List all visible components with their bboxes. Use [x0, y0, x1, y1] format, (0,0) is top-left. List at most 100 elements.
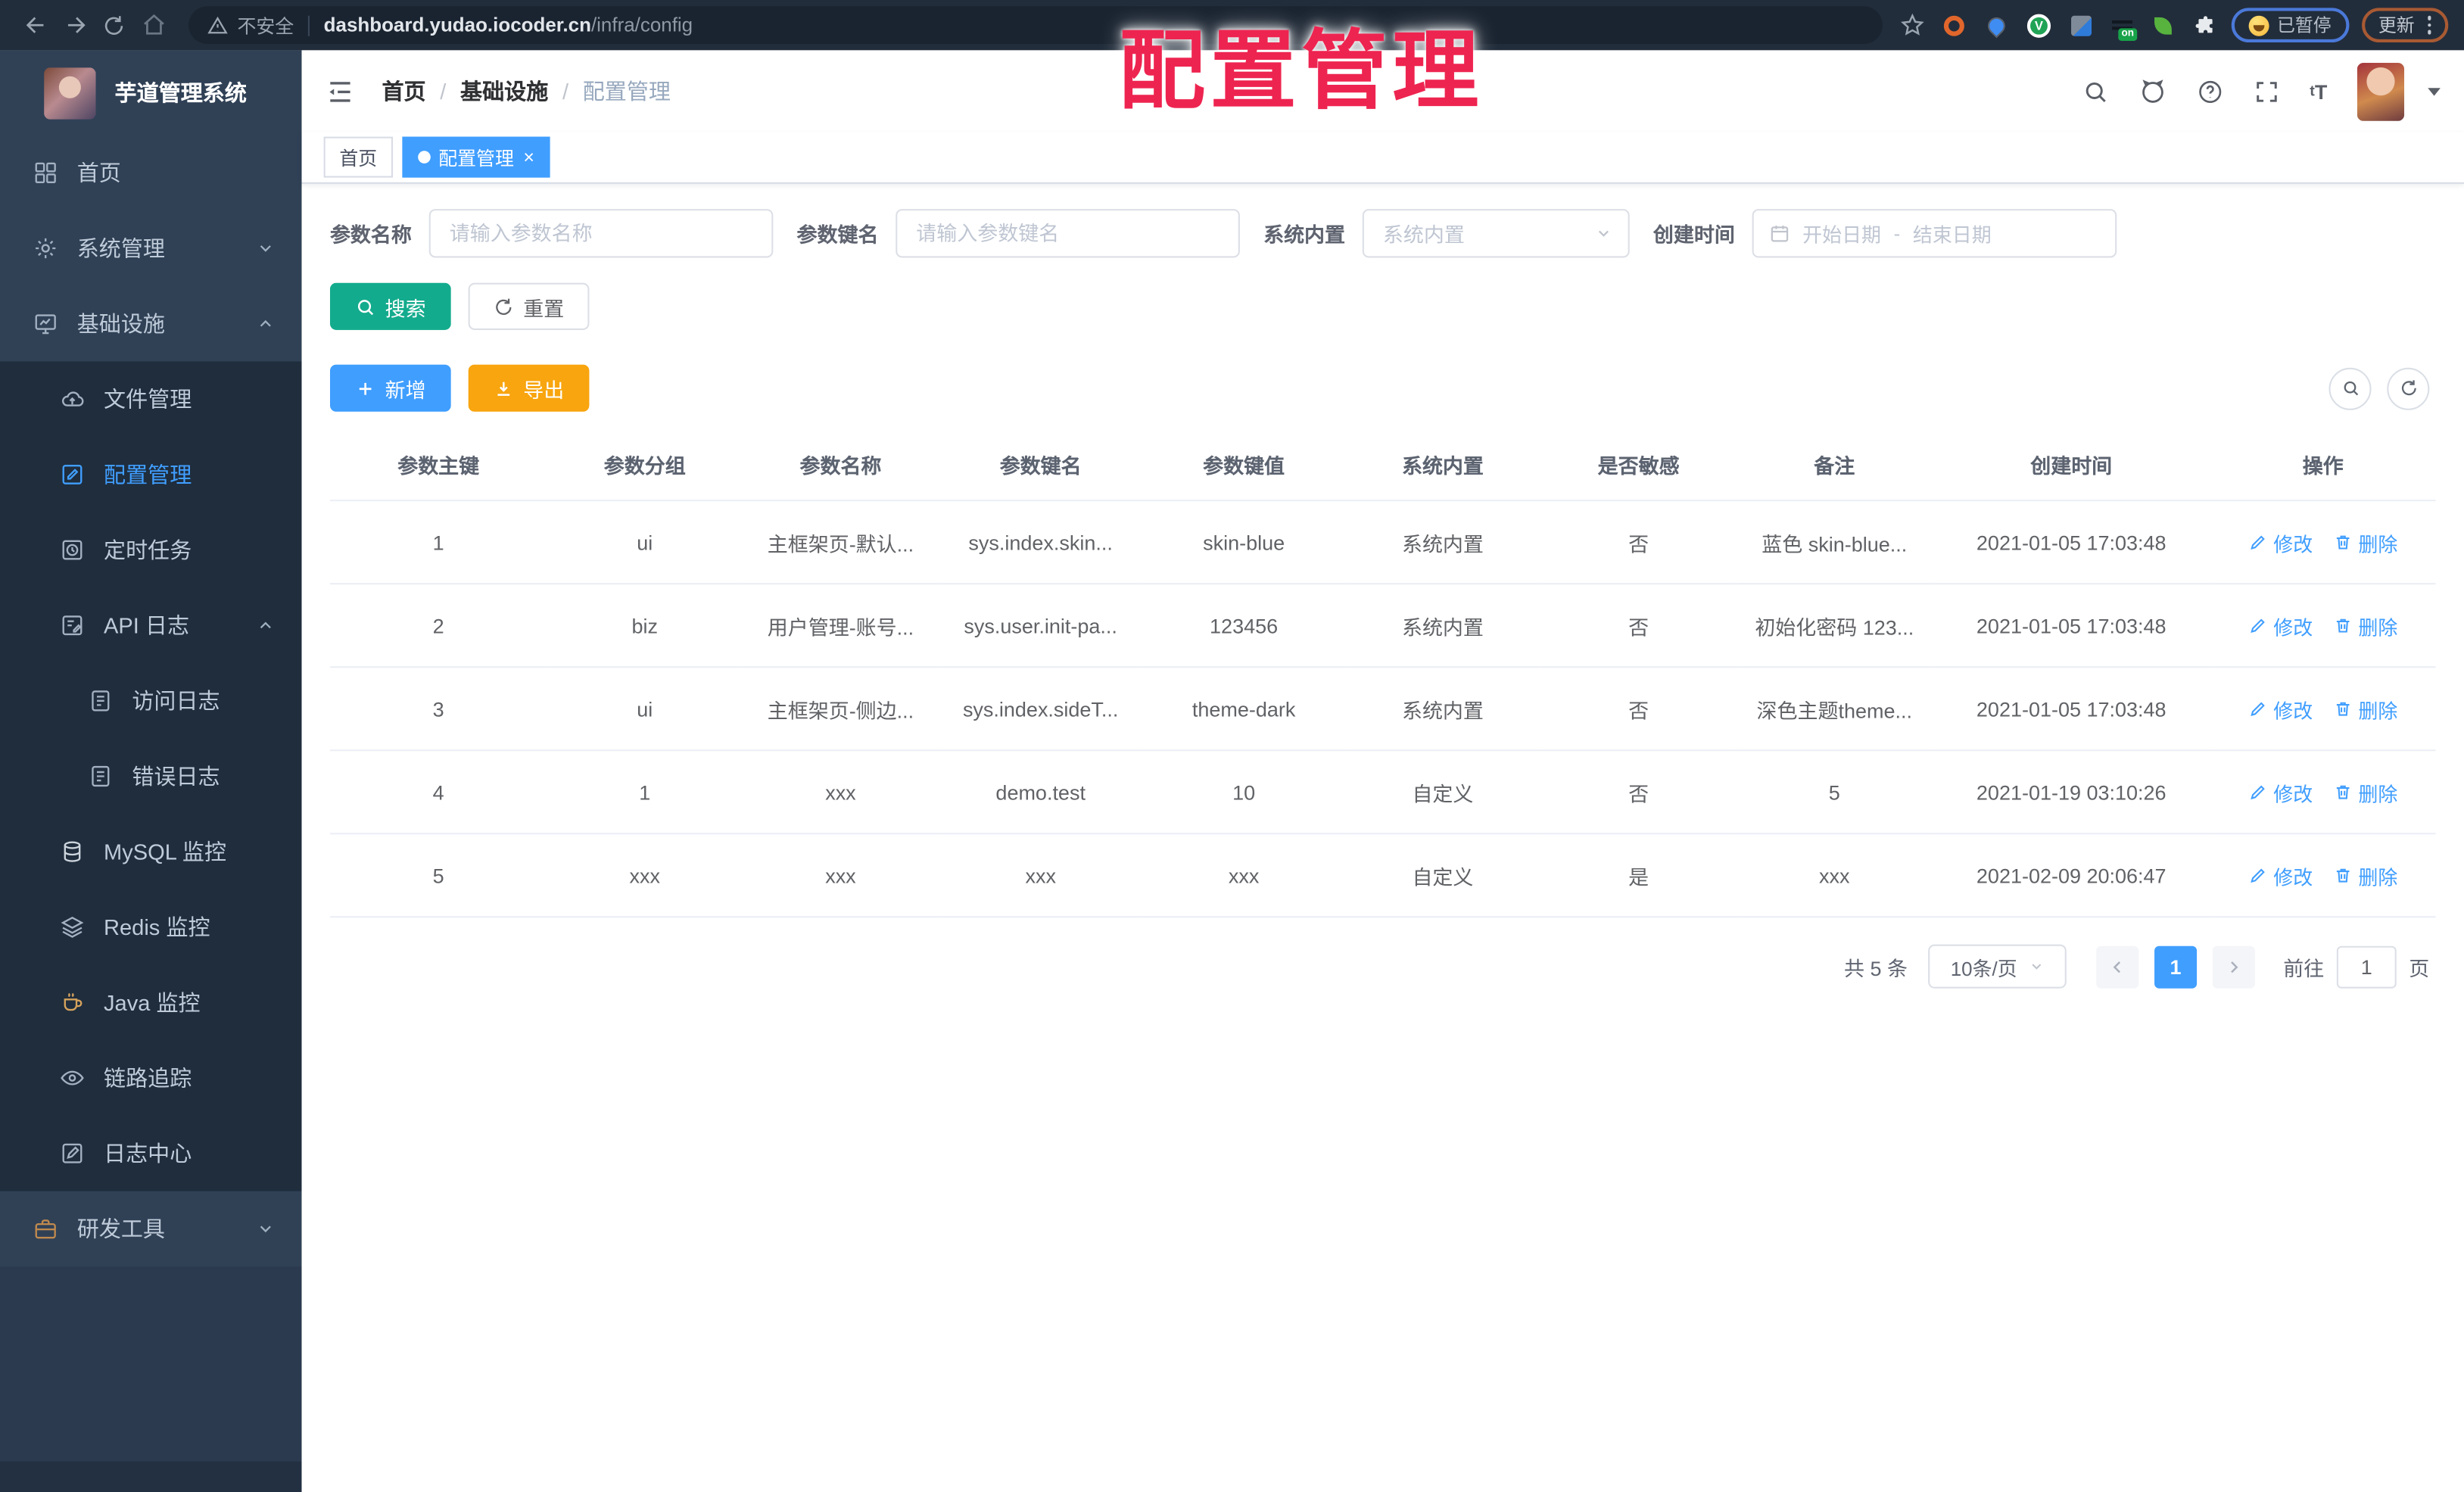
ext-blue-pin-icon[interactable] — [1983, 12, 2010, 39]
next-page-button[interactable] — [2212, 945, 2255, 988]
sidebar-item-home[interactable]: 首页 — [0, 135, 302, 211]
user-avatar[interactable] — [2357, 61, 2405, 120]
param-name-input[interactable] — [428, 209, 774, 258]
sidebar-collapse-bar[interactable] — [0, 1460, 302, 1492]
sidebar-item-label: 定时任务 — [104, 537, 192, 563]
sidebar-item-job[interactable]: 定时任务 — [0, 512, 302, 588]
date-range-picker[interactable]: 开始日期 - 结束日期 — [1752, 209, 2117, 258]
sidebar-item-trace[interactable]: 链路追踪 — [0, 1040, 302, 1116]
tab-config[interactable]: 配置管理 × — [402, 136, 550, 178]
address-bar[interactable]: 不安全 dashboard.yudao.iocoder.cn/infra/con… — [188, 6, 1883, 45]
table-cell-actions: 修改 删除 — [2210, 500, 2436, 585]
export-button[interactable]: 导出 — [468, 364, 590, 412]
table-cell: 用户管理-账号... — [743, 584, 939, 668]
browser-home-icon[interactable] — [133, 5, 173, 45]
toggle-search-button[interactable] — [2328, 366, 2372, 410]
edit-link[interactable]: 修改 — [2248, 861, 2313, 890]
breadcrumb-home[interactable]: 首页 — [382, 76, 425, 107]
github-icon[interactable] — [2138, 77, 2167, 105]
system-type-select[interactable]: 系统内置 — [1362, 209, 1630, 258]
delete-link[interactable]: 删除 — [2333, 777, 2397, 807]
sidebar-submenu: 文件管理 配置管理定时任务 API 日志访问日志 错误日志 MySQL 监控 Redis … — [0, 361, 302, 1191]
delete-link[interactable]: 删除 — [2333, 861, 2397, 890]
sidebar-item-log-center[interactable]: 日志中心 — [0, 1116, 302, 1191]
browser-forward-icon[interactable] — [55, 5, 95, 45]
ext-on-badge-icon[interactable]: on — [2110, 14, 2138, 40]
bookmark-star-icon[interactable] — [1899, 12, 1925, 39]
fullscreen-icon[interactable] — [2254, 78, 2280, 104]
ext-orange-circle-icon[interactable] — [1941, 12, 1967, 39]
table-cell: 主框架页-默认... — [743, 500, 939, 585]
ext-green-check-icon[interactable]: V — [2026, 12, 2052, 39]
breadcrumb-separator: / — [562, 78, 569, 104]
export-button-label: 导出 — [523, 378, 565, 402]
table-cell-actions: 修改 删除 — [2210, 833, 2436, 918]
page-size-select[interactable]: 10条/页 — [1928, 944, 2067, 989]
current-page-button[interactable]: 1 — [2154, 945, 2198, 988]
page-size-value: 10条/页 — [1950, 958, 2017, 980]
search-icon[interactable] — [2082, 78, 2108, 104]
sidebar-item-infra[interactable]: 基础设施 — [0, 286, 302, 362]
edit-link[interactable]: 修改 — [2248, 694, 2313, 724]
font-size-icon[interactable]: tT — [2310, 79, 2327, 103]
sidebar-item-system[interactable]: 系统管理 — [0, 210, 302, 286]
browser-update-button[interactable]: 更新 — [2361, 8, 2449, 43]
search-button[interactable]: 搜索 — [329, 282, 451, 330]
edit-link[interactable]: 修改 — [2248, 527, 2313, 556]
delete-link[interactable]: 删除 — [2333, 694, 2397, 724]
help-icon[interactable] — [2197, 78, 2223, 104]
reset-button[interactable]: 重置 — [468, 282, 590, 330]
sidebar-item-api-log[interactable]: API 日志 — [0, 587, 302, 663]
sidebar-item-redis[interactable]: Redis 监控 — [0, 889, 302, 965]
sidebar-item-devtool[interactable]: 研发工具 — [0, 1191, 302, 1267]
table-cell: ui — [547, 500, 743, 585]
add-button-label: 新增 — [385, 378, 426, 402]
tab-label: 配置管理 — [438, 147, 514, 170]
tab-close-icon[interactable]: × — [523, 148, 534, 167]
app-logo-row[interactable]: 芋道管理系统 — [0, 50, 302, 135]
browser-reload-icon[interactable] — [95, 5, 134, 45]
profile-paused-badge[interactable]: 已暂停 — [2231, 8, 2349, 43]
security-status[interactable]: 不安全 — [207, 12, 294, 39]
filter-label: 参数键名 — [796, 223, 879, 247]
filter-system-type: 系统内置 系统内置 — [1263, 209, 1630, 258]
user-menu-caret-icon[interactable] — [2428, 87, 2441, 95]
sidebar-item-config[interactable]: 配置管理 — [0, 437, 302, 512]
ext-blue-gray-icon[interactable] — [2068, 12, 2095, 39]
search-button-label: 搜索 — [385, 296, 426, 320]
app-window: 芋道管理系统 首页 系统管理 基础设施 文件管理 配置管理 定时任务 API 日志 访问日志错… — [0, 50, 2464, 1492]
refresh-button[interactable] — [2387, 366, 2430, 410]
goto-page-input[interactable] — [2336, 945, 2397, 988]
sidebar-item-mysql[interactable]: MySQL 监控 — [0, 814, 302, 889]
table-cell: ui — [547, 667, 743, 752]
edit-link[interactable]: 修改 — [2248, 777, 2313, 807]
sidebar-item-access-log[interactable]: 访问日志 — [0, 663, 302, 739]
layers-icon — [60, 914, 86, 940]
browser-back-icon[interactable] — [16, 5, 55, 45]
sidebar-item-error-log[interactable]: 错误日志 — [0, 739, 302, 815]
table-cell: 2021-02-09 20:06:47 — [1932, 833, 2210, 918]
ext-puzzle-icon[interactable] — [2192, 12, 2219, 39]
filter-label: 参数名称 — [329, 223, 412, 247]
edit-link[interactable]: 修改 — [2248, 610, 2313, 640]
browser-menu-icon[interactable] — [2427, 16, 2431, 35]
tab-home[interactable]: 首页 — [323, 136, 394, 178]
delete-link[interactable]: 删除 — [2333, 610, 2397, 640]
warning-icon — [207, 15, 228, 33]
table-cell: 系统内置 — [1344, 584, 1541, 668]
sidebar-item-file[interactable]: 文件管理 — [0, 361, 302, 437]
delete-link[interactable]: 删除 — [2333, 527, 2397, 556]
reset-button-label: 重置 — [523, 296, 565, 320]
delete-link-label: 删除 — [2358, 699, 2398, 722]
column-header: 系统内置 — [1344, 433, 1541, 502]
sidebar-item-label: API 日志 — [104, 612, 190, 638]
add-button[interactable]: 新增 — [329, 364, 451, 412]
breadcrumb-infra[interactable]: 基础设施 — [460, 76, 548, 107]
chevron-down-icon — [256, 1219, 275, 1238]
prev-page-button[interactable] — [2096, 945, 2139, 988]
param-key-input[interactable] — [896, 209, 1240, 258]
tab-label: 首页 — [339, 147, 378, 170]
sidebar-fold-icon[interactable] — [326, 76, 355, 106]
ext-green-leaf-icon[interactable] — [2150, 12, 2176, 39]
sidebar-item-java[interactable]: Java 监控 — [0, 965, 302, 1041]
